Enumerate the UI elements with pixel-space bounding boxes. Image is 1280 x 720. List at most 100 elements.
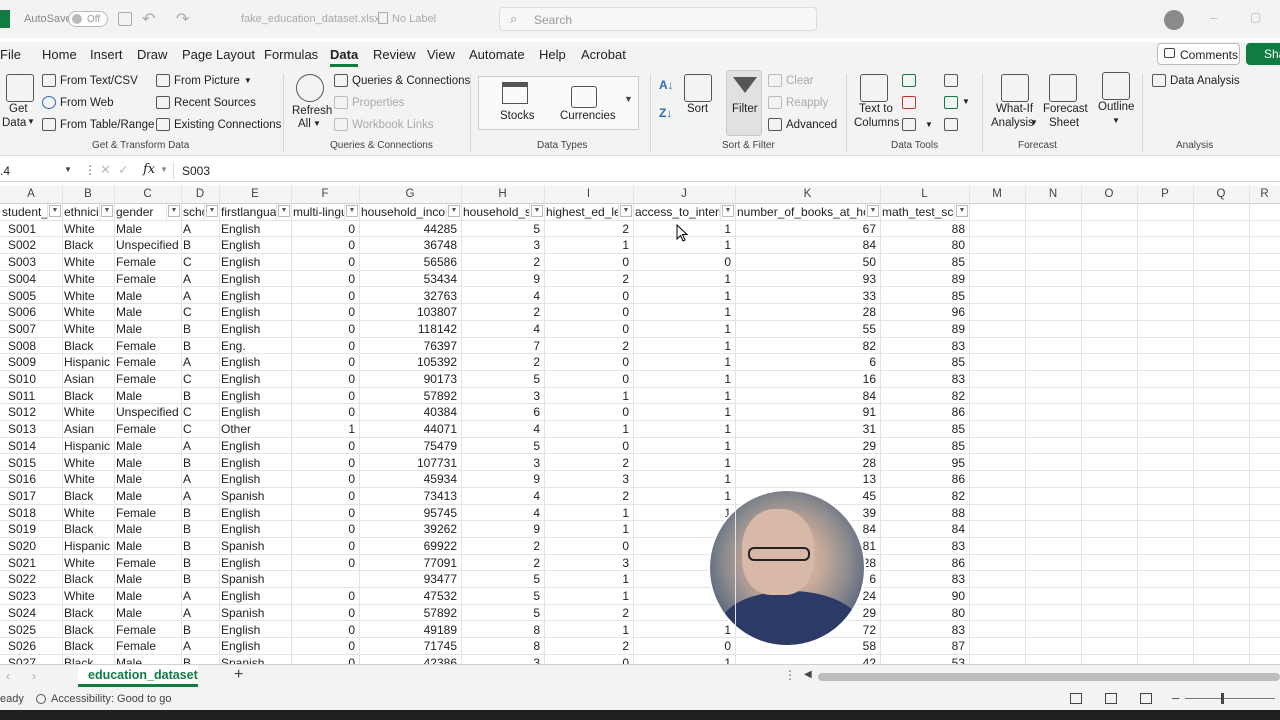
table-cell[interactable]: 2 <box>461 538 544 554</box>
table-cell[interactable]: White <box>62 321 114 337</box>
table-cell[interactable] <box>291 571 359 587</box>
table-cell[interactable]: 2 <box>544 271 633 287</box>
table-cell[interactable]: 6 <box>735 354 880 370</box>
sort-za-icon[interactable]: Z↓ <box>659 106 672 120</box>
table-cell[interactable]: English <box>219 304 291 320</box>
header-cell[interactable]: household_si <box>461 204 530 220</box>
table-cell[interactable]: Hispanic <box>62 354 114 370</box>
table-cell[interactable]: S002 <box>0 237 62 253</box>
column-header[interactable]: I <box>544 188 633 200</box>
table-cell[interactable]: 0 <box>291 605 359 621</box>
flash-fill-icon[interactable] <box>902 74 916 87</box>
cancel-icon[interactable]: ✕ <box>100 162 111 178</box>
table-cell[interactable]: S023 <box>0 588 62 604</box>
table-cell[interactable]: 0 <box>633 254 735 270</box>
table-cell[interactable]: 4 <box>461 321 544 337</box>
table-cell[interactable]: Female <box>114 354 181 370</box>
table-cell[interactable]: 0 <box>291 304 359 320</box>
table-cell[interactable]: S014 <box>0 438 62 454</box>
table-cell[interactable]: Spanish <box>219 571 291 587</box>
table-cell[interactable]: 1 <box>291 421 359 437</box>
table-cell[interactable]: Male <box>114 438 181 454</box>
table-cell[interactable]: 90 <box>880 588 969 604</box>
table-cell[interactable]: English <box>219 354 291 370</box>
chevron-right-icon[interactable]: › <box>32 669 36 683</box>
table-cell[interactable]: Male <box>114 655 181 664</box>
table-cell[interactable]: White <box>62 404 114 420</box>
table-cell[interactable]: S013 <box>0 421 62 437</box>
table-cell[interactable]: 28 <box>735 455 880 471</box>
table-cell[interactable]: 33 <box>735 288 880 304</box>
table-cell[interactable]: 95745 <box>359 505 461 521</box>
table-cell[interactable]: 3 <box>544 471 633 487</box>
table-cell[interactable]: 67 <box>735 221 880 237</box>
page-layout-view-icon[interactable] <box>1105 693 1117 704</box>
table-cell[interactable]: Male <box>114 471 181 487</box>
table-cell[interactable]: 5 <box>461 221 544 237</box>
table-cell[interactable]: 0 <box>291 488 359 504</box>
table-cell[interactable]: 95 <box>880 455 969 471</box>
reapply-button[interactable]: Reapply <box>768 96 828 109</box>
table-cell[interactable]: White <box>62 555 114 571</box>
table-cell[interactable]: 1 <box>633 354 735 370</box>
from-table-range-button[interactable]: From Table/Range <box>42 118 154 131</box>
table-cell[interactable]: S009 <box>0 354 62 370</box>
table-cell[interactable]: 88 <box>880 505 969 521</box>
table-cell[interactable]: 0 <box>544 655 633 664</box>
table-cell[interactable]: White <box>62 588 114 604</box>
filter-dropdown-icon[interactable]: ▼ <box>448 205 460 217</box>
table-cell[interactable]: 76397 <box>359 338 461 354</box>
filter-dropdown-icon[interactable]: ▼ <box>101 205 113 217</box>
filter-dropdown-icon[interactable]: ▼ <box>956 205 968 217</box>
filter-dropdown-icon[interactable]: ▼ <box>206 205 218 217</box>
table-cell[interactable]: White <box>62 221 114 237</box>
sensitivity-label[interactable]: No Label <box>392 13 436 25</box>
table-cell[interactable]: 93 <box>735 271 880 287</box>
table-cell[interactable]: English <box>219 371 291 387</box>
table-cell[interactable]: 40384 <box>359 404 461 420</box>
table-cell[interactable]: S019 <box>0 521 62 537</box>
table-cell[interactable]: S003 <box>0 254 62 270</box>
share-button[interactable]: Sha <box>1246 43 1280 65</box>
table-cell[interactable]: 0 <box>544 438 633 454</box>
table-cell[interactable]: Male <box>114 304 181 320</box>
forecast-sheet-button-line2[interactable]: Sheet <box>1049 117 1079 129</box>
table-cell[interactable]: S004 <box>0 271 62 287</box>
table-cell[interactable]: 0 <box>291 271 359 287</box>
column-header[interactable]: F <box>291 188 359 200</box>
text-to-columns-button-line2[interactable]: Columns <box>854 117 899 129</box>
table-cell[interactable]: Male <box>114 221 181 237</box>
table-cell[interactable]: English <box>219 388 291 404</box>
minimize-icon[interactable]: – <box>1210 10 1217 25</box>
table-cell[interactable]: S018 <box>0 505 62 521</box>
table-cell[interactable]: 0 <box>291 622 359 638</box>
table-cell[interactable]: 77091 <box>359 555 461 571</box>
table-cell[interactable]: A <box>181 438 219 454</box>
filter-dropdown-icon[interactable]: ▼ <box>867 205 879 217</box>
table-cell[interactable]: S022 <box>0 571 62 587</box>
save-icon[interactable] <box>118 12 132 26</box>
table-cell[interactable]: 32763 <box>359 288 461 304</box>
table-cell[interactable]: English <box>219 555 291 571</box>
table-cell[interactable]: 87 <box>880 638 969 654</box>
table-cell[interactable]: S017 <box>0 488 62 504</box>
table-cell[interactable]: Black <box>62 338 114 354</box>
table-cell[interactable]: 5 <box>461 571 544 587</box>
table-cell[interactable]: 3 <box>544 555 633 571</box>
table-cell[interactable]: 93477 <box>359 571 461 587</box>
properties-button[interactable]: Properties <box>334 96 404 109</box>
header-cell[interactable]: highest_ed_lev <box>544 204 619 220</box>
table-cell[interactable]: 8 <box>461 638 544 654</box>
table-cell[interactable]: Female <box>114 622 181 638</box>
table-cell[interactable]: S024 <box>0 605 62 621</box>
table-cell[interactable]: 0 <box>544 354 633 370</box>
comments-button[interactable]: Comments <box>1157 43 1240 65</box>
column-header[interactable]: D <box>181 188 219 200</box>
table-cell[interactable]: 53 <box>880 655 969 664</box>
filter-dropdown-icon[interactable]: ▼ <box>49 205 61 217</box>
table-cell[interactable]: S027 <box>0 655 62 664</box>
table-cell[interactable]: Spanish <box>219 655 291 664</box>
table-cell[interactable]: 0 <box>291 455 359 471</box>
column-header[interactable]: P <box>1137 188 1193 200</box>
table-cell[interactable]: 3 <box>461 388 544 404</box>
